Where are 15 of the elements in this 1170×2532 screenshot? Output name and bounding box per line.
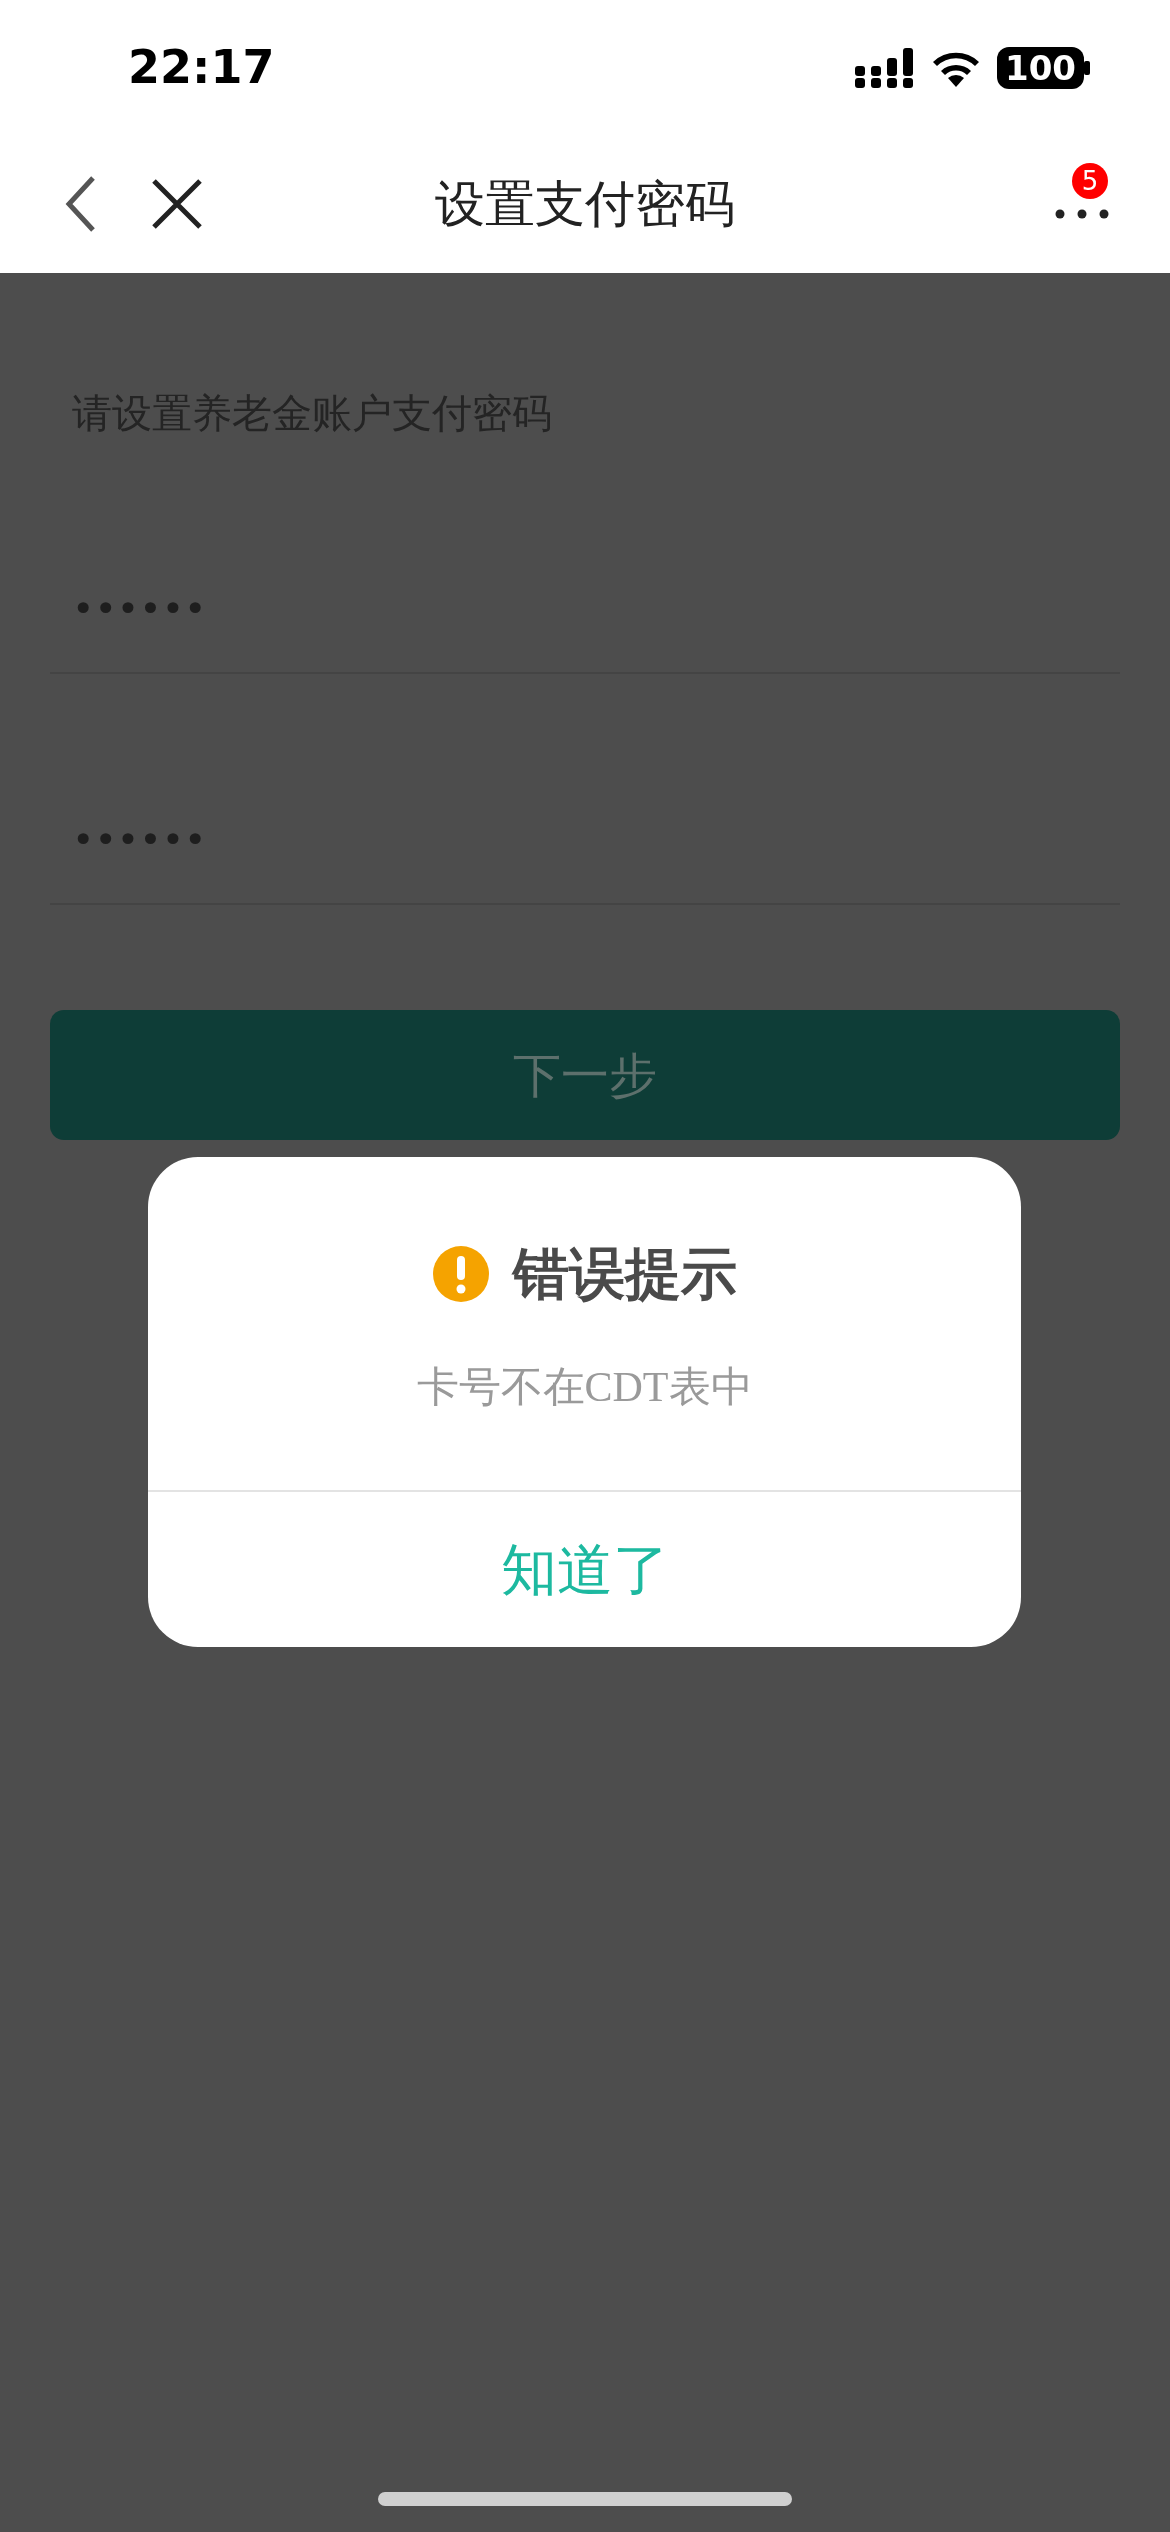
signal-icon <box>855 47 915 88</box>
page-title: 设置支付密码 <box>435 174 735 233</box>
password-field[interactable]: •••••• <box>50 553 1120 674</box>
confirm-button[interactable]: 知道了 <box>148 1490 1021 1647</box>
password-field[interactable]: •••••• <box>50 784 1120 905</box>
next-button[interactable]: 下一步 <box>50 1010 1120 1140</box>
notification-badge: 5 <box>1072 163 1108 199</box>
battery-level: 100 <box>997 46 1090 89</box>
dialog-message: 卡号不在CDT表中 <box>416 1364 753 1410</box>
status-time: 22:17 <box>128 39 275 96</box>
dialog-title: 错误提示 <box>512 1240 737 1308</box>
more-button[interactable] <box>1054 208 1110 220</box>
close-button[interactable] <box>150 177 204 231</box>
warning-icon <box>432 1246 489 1302</box>
battery-tip-icon <box>1084 60 1090 75</box>
